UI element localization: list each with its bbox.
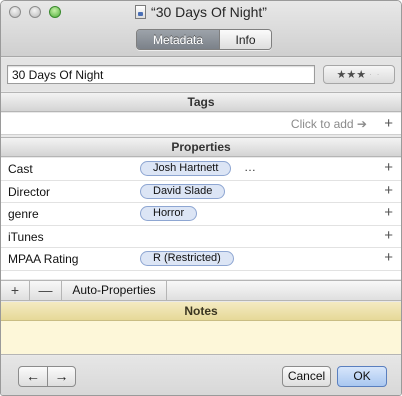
add-value-button[interactable]: + [384, 182, 393, 199]
auto-properties-button[interactable]: Auto-Properties [62, 281, 167, 300]
more-values-ellipsis[interactable]: … [244, 160, 256, 174]
window-title: “30 Days Of Night” [151, 4, 267, 20]
property-key: MPAA Rating [8, 252, 79, 266]
add-value-button[interactable]: + [384, 227, 393, 244]
table-row[interactable]: Director David Slade + [1, 181, 401, 203]
add-property-button[interactable]: + [1, 281, 30, 300]
name-row: ★★★ · · [1, 58, 401, 91]
property-value-pill[interactable]: Horror [140, 206, 198, 221]
property-key: Cast [8, 162, 33, 176]
table-row[interactable]: iTunes + [1, 226, 401, 248]
empty-star-icon[interactable]: · [367, 70, 374, 79]
notes-textarea[interactable] [1, 321, 401, 355]
ok-button[interactable]: OK [337, 366, 387, 387]
tags-header: Tags [1, 92, 401, 112]
notes-header: Notes [1, 302, 401, 321]
title-bar: “30 Days Of Night” Metadata Info [1, 1, 401, 57]
property-key: iTunes [8, 229, 44, 244]
view-tab-control: Metadata Info [136, 29, 272, 50]
window-title-area: “30 Days Of Night” [1, 4, 401, 20]
table-row[interactable]: genre Horror + [1, 203, 401, 226]
arrow-right-icon[interactable]: → [47, 367, 75, 386]
table-row[interactable]: MPAA Rating R (Restricted) + [1, 248, 401, 271]
add-value-button[interactable]: + [384, 159, 393, 176]
document-icon [135, 5, 147, 19]
properties-list: Cast Josh Hartnett … + Director David Sl… [1, 158, 401, 279]
property-key: genre [8, 207, 39, 221]
tags-area[interactable]: Click to add ➔ + [1, 113, 401, 135]
cancel-button[interactable]: Cancel [282, 366, 331, 387]
property-value-pill[interactable]: Josh Hartnett [140, 161, 232, 176]
properties-header: Properties [1, 137, 401, 157]
property-value-pill[interactable]: R (Restricted) [140, 251, 234, 266]
add-value-button[interactable]: + [384, 204, 393, 221]
properties-toolbar: + — Auto-Properties [1, 280, 401, 301]
navigation-buttons: ← → [18, 366, 76, 387]
add-value-button[interactable]: + [384, 249, 393, 266]
remove-property-button[interactable]: — [30, 281, 62, 300]
properties-window: “30 Days Of Night” Metadata Info ★★★ · ·… [0, 0, 402, 396]
click-to-add-hint: Click to add ➔ [290, 117, 367, 131]
name-input[interactable] [7, 65, 315, 84]
filled-stars-icon[interactable]: ★★★ [337, 68, 367, 81]
tab-info[interactable]: Info [219, 30, 271, 49]
tab-metadata[interactable]: Metadata [137, 30, 219, 49]
add-tag-button[interactable]: + [384, 115, 393, 132]
empty-star-icon[interactable]: · [375, 70, 382, 79]
table-row[interactable]: Cast Josh Hartnett … + [1, 158, 401, 181]
arrow-left-icon[interactable]: ← [19, 367, 47, 386]
star-rating[interactable]: ★★★ · · [323, 65, 395, 84]
property-key: Director [8, 184, 51, 199]
footer: ← → Cancel OK [1, 356, 401, 395]
property-value-pill[interactable]: David Slade [140, 183, 226, 199]
